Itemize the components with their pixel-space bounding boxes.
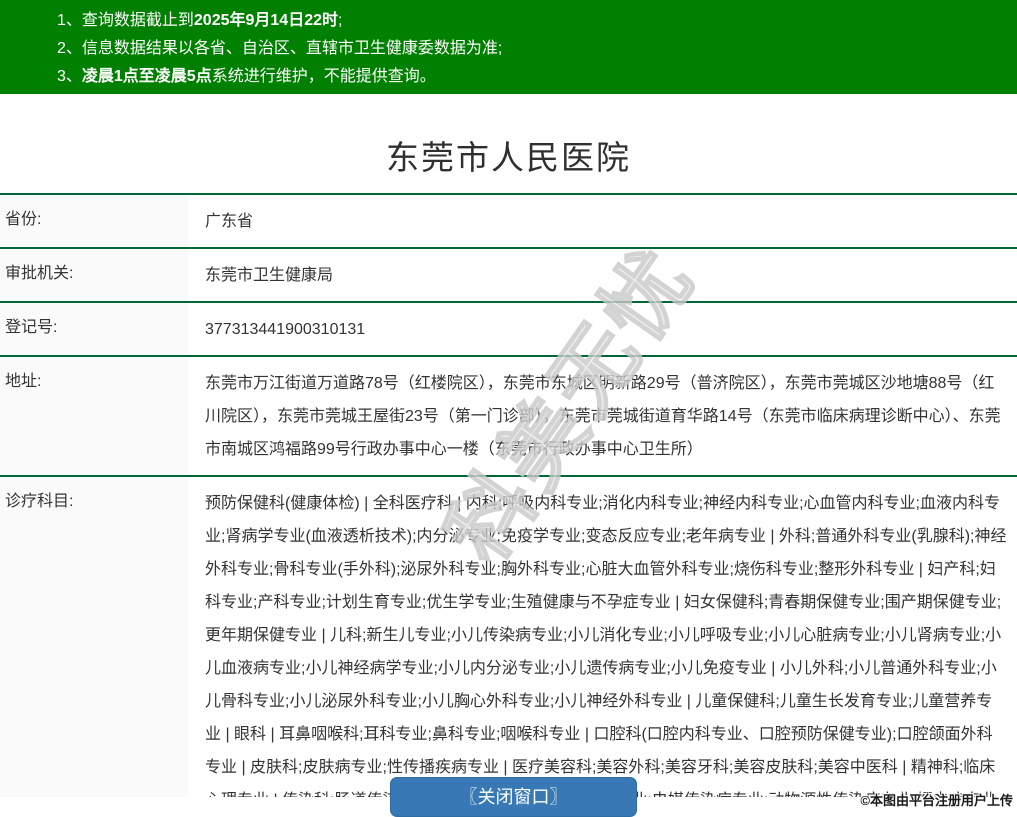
row-label: 省份: (0, 195, 188, 247)
table-row-address: 地址: 东莞市万江街道万道路78号（红楼院区），东莞市东城区明新路29号（普济院… (0, 355, 1017, 475)
notice-item: 1、查询数据截止到2025年9月14日22时; (57, 7, 1007, 35)
notice-text: 1、查询数据截止到 (57, 12, 194, 29)
row-value: 东莞市万江街道万道路78号（红楼院区），东莞市东城区明新路29号（普济院区），东… (188, 357, 1017, 475)
page-title: 东莞市人民医院 (0, 131, 1017, 179)
table-row-province: 省份: 广东省 (0, 193, 1017, 247)
notice-bold-text: 凌晨1点至凌晨5点 (82, 68, 212, 85)
notice-item: 3、凌晨1点至凌晨5点系统进行维护，不能提供查询。 (57, 63, 1007, 91)
close-window-button[interactable]: 〖关闭窗口〗 (390, 777, 637, 817)
row-label: 地址: (0, 357, 188, 475)
row-label: 诊疗科目: (0, 477, 188, 797)
uploader-note: ©本图由平台注册用户上传 (860, 790, 1013, 809)
hospital-info-table: 省份: 广东省 审批机关: 东莞市卫生健康局 登记号: 377313441900… (0, 193, 1017, 797)
row-value: 预防保健科(健康体检) | 全科医疗科 | 内科;呼吸内科专业;消化内科专业;神… (188, 477, 1017, 797)
row-label: 审批机关: (0, 249, 188, 301)
notice-bold-text: 2025年9月14日22时 (194, 12, 338, 29)
row-value: 广东省 (188, 195, 1017, 247)
table-row-departments: 诊疗科目: 预防保健科(健康体检) | 全科医疗科 | 内科;呼吸内科专业;消化… (0, 475, 1017, 797)
row-value: 东莞市卫生健康局 (188, 249, 1017, 301)
notice-text: 系统进行维护，不能提供查询。 (212, 68, 436, 85)
row-value: 377313441900310131 (188, 303, 1017, 355)
table-row-registration-number: 登记号: 377313441900310131 (0, 301, 1017, 355)
notice-text: 2、信息数据结果以各省、自治区、直辖市卫生健康委数据为准; (57, 40, 502, 57)
table-row-authority: 审批机关: 东莞市卫生健康局 (0, 247, 1017, 301)
notice-text: 3、 (57, 68, 82, 85)
notice-banner: 1、查询数据截止到2025年9月14日22时; 2、信息数据结果以各省、自治区、… (0, 0, 1017, 94)
row-label: 登记号: (0, 303, 188, 355)
notice-text: ; (338, 12, 342, 29)
notice-item: 2、信息数据结果以各省、自治区、直辖市卫生健康委数据为准; (57, 35, 1007, 63)
